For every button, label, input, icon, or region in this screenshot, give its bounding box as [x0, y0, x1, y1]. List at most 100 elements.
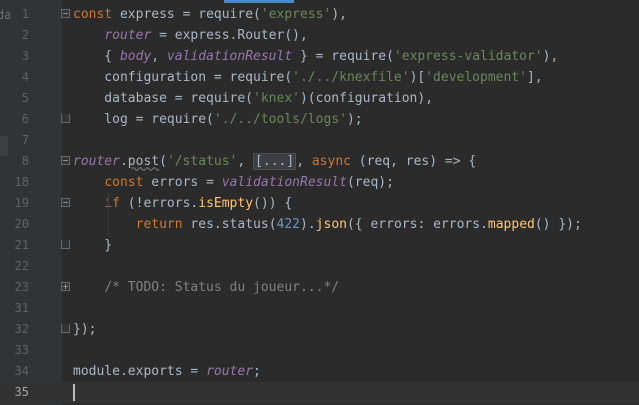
code-token: 'express-validator' — [393, 49, 543, 64]
collapse-fold-icon[interactable] — [61, 198, 70, 207]
code-token: , — [151, 49, 167, 64]
line-number: 33 — [14, 343, 29, 357]
code-token: ), — [331, 7, 347, 22]
code-token: isEmpty — [198, 196, 254, 211]
line-number: 4 — [21, 70, 29, 84]
code-editor[interactable]: da 1 const express = require('express'), 2… — [0, 0, 639, 405]
code-token: '/status' — [166, 154, 238, 169]
code-token: ). — [300, 217, 316, 232]
expand-fold-icon[interactable] — [61, 282, 70, 291]
code-token: = — [182, 364, 207, 379]
line-number: 34 — [14, 364, 29, 378]
code-token: log = require( — [73, 112, 214, 127]
code-token: async — [311, 154, 351, 169]
code-token: )[ — [409, 70, 426, 85]
code-line[interactable]: 7 — [0, 130, 639, 151]
indent-guide — [108, 193, 109, 235]
code-token: json — [315, 217, 347, 232]
code-line[interactable]: 20 return res.status(422).json({ errors:… — [0, 214, 639, 235]
fold-end-icon[interactable] — [61, 114, 70, 123]
code-text: }); — [73, 319, 96, 340]
folded-code-placeholder[interactable]: [...] — [253, 153, 297, 170]
code-token: ); — [346, 112, 363, 127]
text-caret — [73, 384, 75, 401]
code-text: return res.status(422).json({ errors: er… — [73, 214, 582, 235]
fold-end-icon[interactable] — [61, 324, 70, 333]
code-token: validationResult — [166, 49, 293, 64]
code-line[interactable]: 8 router.post('/status', [...], async (re… — [0, 151, 639, 172]
code-token: ), — [542, 49, 559, 64]
code-text: log = require('./../tools/logs'); — [73, 109, 363, 130]
code-text: if (!errors.isEmpty()) { — [73, 193, 292, 214]
code-token: validationResult — [221, 175, 347, 190]
code-token: 422 — [276, 217, 301, 232]
code-token: express. — [174, 28, 238, 43]
code-token: router — [73, 154, 120, 169]
code-token: ({ — [346, 217, 371, 232]
code-token: { — [73, 49, 120, 64]
code-text: { body, validationResult } = require('ex… — [73, 46, 558, 67]
code-token: (req); — [346, 175, 394, 190]
code-line[interactable]: 6 log = require('./../tools/logs'); — [0, 109, 639, 130]
line-number: 3 — [21, 49, 29, 63]
code-line[interactable]: 18 const errors = validationResult(req); — [0, 172, 639, 193]
code-line[interactable]: 4 configuration = require('./../knexfile… — [0, 67, 639, 88]
code-line[interactable]: 32}); — [0, 319, 639, 340]
line-number: 23 — [14, 280, 29, 294]
code-token: errors — [370, 217, 418, 232]
code-line[interactable]: 34 module.exports = router; — [0, 361, 639, 382]
code-token: /* TODO: Status du joueur...*/ — [104, 280, 340, 295]
code-line[interactable]: 3 { body, validationResult } = require('… — [0, 46, 639, 67]
code-line[interactable]: 21 } — [0, 235, 639, 256]
line-number: 20 — [14, 217, 29, 231]
code-token: , — [237, 154, 254, 169]
line-number: 6 — [21, 112, 29, 126]
code-line[interactable]: 23 /* TODO: Status du joueur...*/ — [0, 277, 639, 298]
code-token: ( — [159, 154, 167, 169]
line-number: 1 — [21, 7, 29, 21]
code-token: } — [73, 238, 113, 253]
line-number: 32 — [14, 322, 29, 336]
line-number: 22 — [14, 259, 29, 273]
code-token: (), — [284, 28, 308, 43]
line-number: 35 — [14, 385, 29, 399]
code-token: status — [221, 217, 269, 232]
code-token: return — [135, 217, 191, 232]
active-tab-indicator — [224, 0, 294, 3]
code-line[interactable]: 5 database = require('knex')(configurati… — [0, 88, 639, 109]
code-token: exports — [127, 364, 183, 379]
code-text: database = require('knex')(configuration… — [73, 88, 433, 109]
line-number: 21 — [14, 238, 29, 252]
code-line[interactable]: 31 — [0, 298, 639, 319]
code-line[interactable]: 1 const express = require('express'), — [0, 4, 639, 25]
collapse-fold-icon[interactable] — [61, 156, 70, 165]
code-line[interactable]: 35 — [0, 382, 639, 403]
line-number: 19 — [14, 196, 29, 210]
line-number: 8 — [21, 154, 29, 168]
code-token: ], — [526, 70, 543, 85]
code-line[interactable]: 2 router = express.Router(), — [0, 25, 639, 46]
line-number: 31 — [14, 301, 29, 315]
code-line[interactable]: 22 — [0, 256, 639, 277]
line-number: 7 — [21, 133, 29, 147]
code-text: router.post('/status', [...], async (req… — [73, 151, 476, 172]
fold-end-icon[interactable] — [61, 240, 70, 249]
code-token: res. — [190, 217, 222, 232]
code-token: . — [119, 154, 128, 169]
code-token: body — [119, 49, 152, 64]
code-token: ( — [268, 217, 277, 232]
code-token: express — [119, 7, 175, 22]
code-token: }); — [73, 322, 97, 337]
code-token: const — [104, 175, 152, 190]
line-number: 5 — [21, 91, 29, 105]
code-token: = — [151, 28, 175, 43]
code-line[interactable]: 33 — [0, 340, 639, 361]
collapse-fold-icon[interactable] — [61, 9, 70, 18]
code-line[interactable]: 19 if (!errors.isEmpty()) { — [0, 193, 639, 214]
code-text: const errors = validationResult(req); — [73, 172, 394, 193]
code-text: configuration = require('./../knexfile')… — [73, 67, 543, 88]
line-number: 2 — [21, 28, 29, 42]
